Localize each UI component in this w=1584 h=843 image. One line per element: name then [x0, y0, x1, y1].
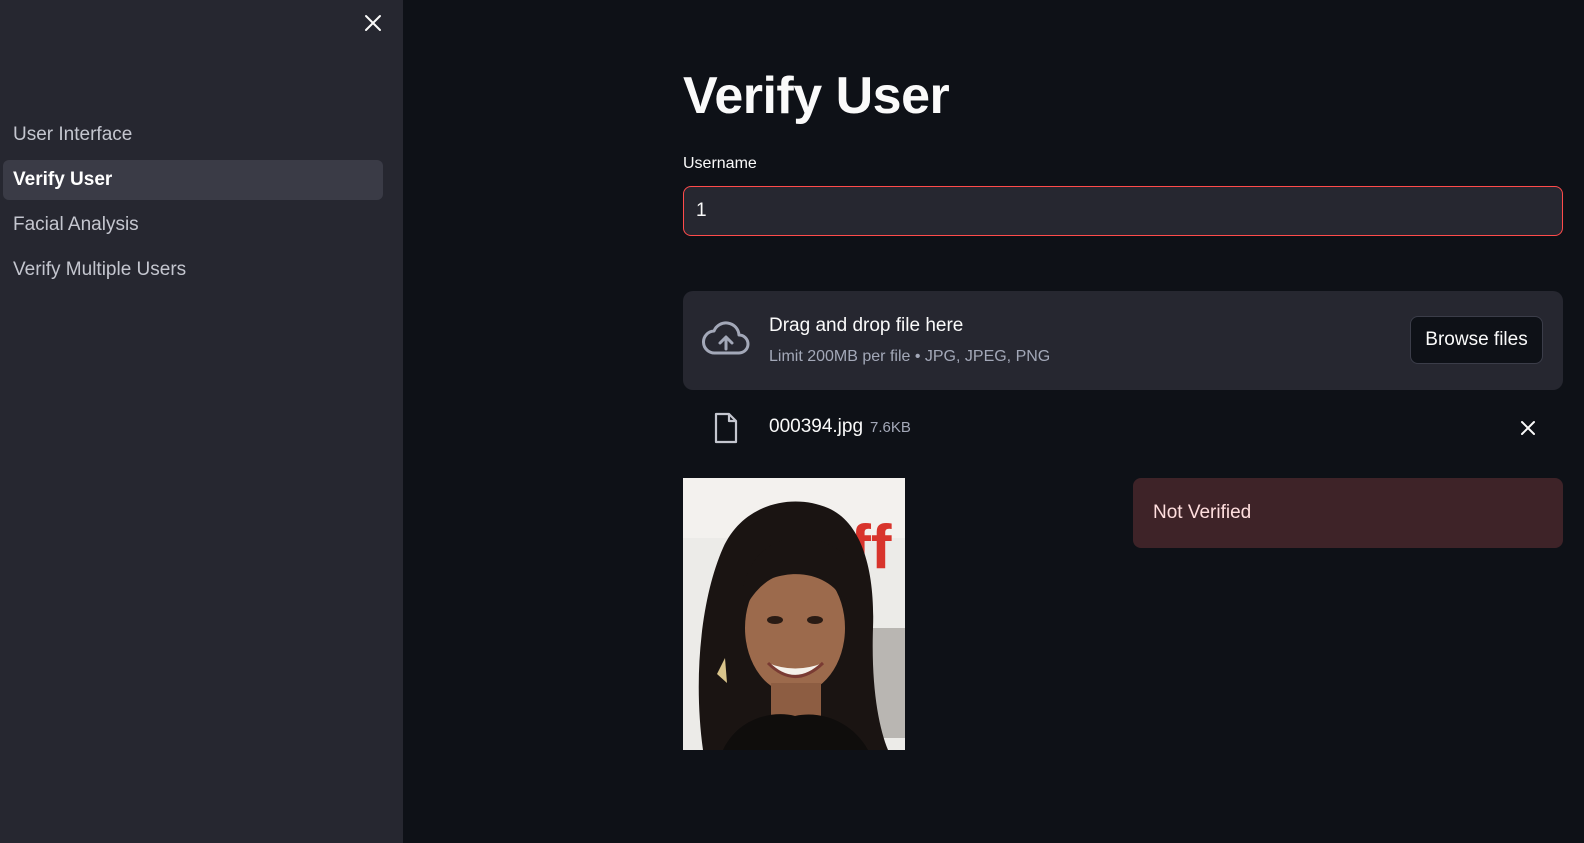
file-size: 7.6KB — [870, 419, 911, 436]
cloud-upload-icon — [702, 321, 750, 355]
page-title: Verify User — [683, 67, 950, 125]
sidebar-item-verify-multiple-users[interactable]: Verify Multiple Users — [3, 250, 383, 290]
close-sidebar-button[interactable] — [360, 10, 386, 36]
sidebar-item-label: Verify User — [13, 169, 113, 190]
browse-files-button[interactable]: Browse files — [1410, 316, 1543, 364]
sidebar-item-facial-analysis[interactable]: Facial Analysis — [3, 205, 383, 245]
dropzone-limit-text: Limit 200MB per file • JPG, JPEG, PNG — [769, 348, 1051, 365]
sidebar: User Interface Verify User Facial Analys… — [0, 0, 403, 843]
verification-status-alert: Not Verified — [1133, 478, 1563, 548]
file-icon — [714, 412, 738, 444]
username-input[interactable] — [683, 186, 1563, 236]
remove-file-button[interactable] — [1515, 415, 1541, 441]
sidebar-item-label: Facial Analysis — [13, 214, 139, 235]
uploaded-file-row: 000394.jpg 7.6KB — [683, 405, 1563, 451]
status-text: Not Verified — [1153, 502, 1252, 523]
sidebar-item-user-interface[interactable]: User Interface — [3, 115, 383, 155]
file-dropzone[interactable]: Drag and drop file here Limit 200MB per … — [683, 291, 1563, 390]
uploaded-photo: iff — [683, 478, 905, 750]
username-label: Username — [683, 155, 757, 172]
file-name: 000394.jpg — [769, 416, 864, 437]
sidebar-item-verify-user[interactable]: Verify User — [3, 160, 383, 200]
sidebar-item-label: User Interface — [13, 124, 133, 145]
sidebar-nav: User Interface Verify User Facial Analys… — [3, 115, 383, 295]
dropzone-title: Drag and drop file here — [769, 315, 964, 336]
close-icon — [1521, 421, 1535, 435]
sidebar-item-label: Verify Multiple Users — [13, 259, 187, 280]
close-icon — [365, 15, 381, 31]
portrait-image: iff — [683, 478, 905, 750]
